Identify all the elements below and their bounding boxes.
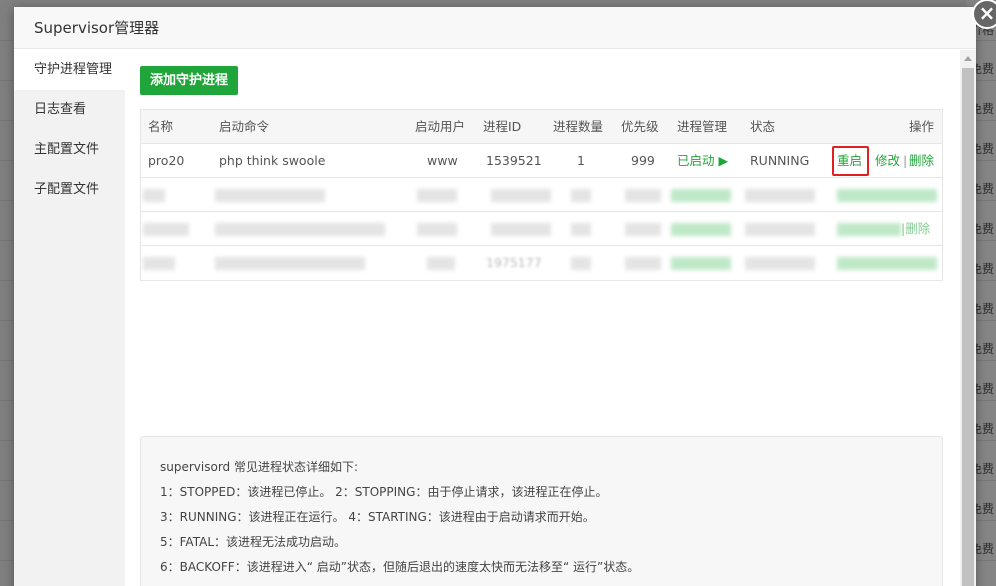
table-header: 名称 启动命令 启动用户 进程ID 进程数量 优先级 进程管理 状态 操作	[141, 110, 942, 144]
blurred-cell	[417, 189, 457, 202]
cell-count: 1	[577, 153, 585, 168]
header-count: 进程数量	[553, 119, 604, 134]
blurred-cell	[417, 223, 457, 236]
table-row-blurred: |删除	[141, 212, 942, 246]
blurred-cell	[625, 223, 661, 236]
blurred-cell	[143, 189, 165, 202]
blurred-cell	[491, 223, 551, 236]
sidebar-item-main-config[interactable]: 主配置文件	[14, 130, 125, 170]
action-separator: |	[903, 153, 908, 168]
blurred-cell	[745, 257, 815, 270]
blurred-cell	[571, 189, 591, 202]
info-line: 1：STOPPED：该进程已停止。 2：STOPPING：由于停止请求，该进程正…	[160, 485, 608, 499]
header-name: 名称	[148, 119, 174, 134]
blurred-cell	[625, 189, 661, 202]
process-started-toggle[interactable]: 已启动 ▶	[677, 144, 728, 178]
process-table: 名称 启动命令 启动用户 进程ID 进程数量 优先级 进程管理 状态 操作 pr…	[140, 109, 943, 281]
blurred-cell	[491, 189, 551, 202]
blurred-cell	[571, 223, 591, 236]
header-manage: 进程管理	[677, 119, 728, 134]
blurred-cell	[215, 257, 365, 270]
blurred-cell	[837, 189, 937, 202]
delete-button-partial[interactable]: |删除	[901, 212, 930, 246]
cell-pid: 1539521	[486, 153, 542, 168]
blurred-cell	[671, 223, 731, 236]
close-icon[interactable]: ×	[972, 0, 996, 29]
header-status: 状态	[750, 119, 776, 134]
started-label: 已启动	[677, 153, 715, 168]
cell-status: RUNNING	[750, 153, 810, 168]
add-daemon-button[interactable]: 添加守护进程	[140, 66, 239, 95]
info-line: 3：RUNNING：该进程正在运行。 4：STARTING：该进程由于启动请求而…	[160, 510, 595, 524]
blurred-cell	[625, 257, 661, 270]
cell-user: www	[427, 153, 458, 168]
blurred-cell	[671, 257, 731, 270]
play-icon: ▶	[718, 153, 729, 168]
table-row-blurred: 1975177	[141, 246, 942, 280]
sidebar: 守护进程管理 日志查看 主配置文件 子配置文件	[14, 50, 125, 586]
header-command: 启动命令	[219, 119, 270, 134]
blurred-cell	[837, 223, 901, 236]
info-line: supervisord 常见进程状态详细如下:	[160, 460, 359, 474]
table-row: pro20 php think swoole www 1539521 1 999…	[141, 144, 942, 178]
cell-pid-partial: 1975177	[486, 255, 542, 270]
info-line: 5：FATAL：该进程无法成功启动。	[160, 535, 347, 549]
status-info-panel: supervisord 常见进程状态详细如下: 1：STOPPED：该进程已停止…	[140, 436, 943, 586]
header-pid: 进程ID	[483, 119, 522, 134]
blurred-cell	[571, 257, 591, 270]
cell-command: php think swoole	[219, 153, 326, 168]
info-line: 6：BACKOFF：该进程进入“ 启动”状态，但随后退出的速度太快而无法移至“ …	[160, 560, 640, 574]
scrollbar[interactable]	[960, 50, 976, 586]
supervisor-modal: Supervisor管理器 × 守护进程管理 日志查看 主配置文件 子配置文件 …	[14, 0, 996, 586]
blurred-cell	[143, 257, 175, 270]
blurred-cell	[215, 223, 385, 236]
blurred-cell	[745, 189, 815, 202]
scrollbar-thumb[interactable]	[962, 68, 974, 586]
table-row-blurred	[141, 178, 942, 212]
header-priority: 优先级	[621, 119, 659, 134]
header-actions: 操作	[909, 119, 935, 134]
cell-name: pro20	[148, 153, 185, 168]
edit-button[interactable]: 修改	[875, 144, 900, 178]
sidebar-item-sub-config[interactable]: 子配置文件	[14, 170, 125, 210]
header-user: 启动用户	[415, 119, 466, 134]
main-content: 添加守护进程 名称 启动命令 启动用户 进程ID 进程数量 优先级 进程管理 状…	[125, 50, 958, 586]
sidebar-item-process-management[interactable]: 守护进程管理	[14, 50, 125, 90]
scroll-up-icon[interactable]	[964, 56, 972, 61]
sidebar-item-log-view[interactable]: 日志查看	[14, 90, 125, 130]
restart-button[interactable]: 重启	[837, 144, 862, 178]
blurred-cell	[671, 189, 731, 202]
blurred-cell	[745, 223, 815, 236]
delete-button[interactable]: 删除	[909, 144, 934, 178]
cell-priority: 999	[631, 153, 655, 168]
modal-title: Supervisor管理器	[14, 7, 976, 49]
blurred-cell	[427, 257, 455, 270]
blurred-cell	[143, 223, 189, 236]
blurred-cell	[837, 257, 937, 270]
blurred-cell	[215, 189, 325, 202]
